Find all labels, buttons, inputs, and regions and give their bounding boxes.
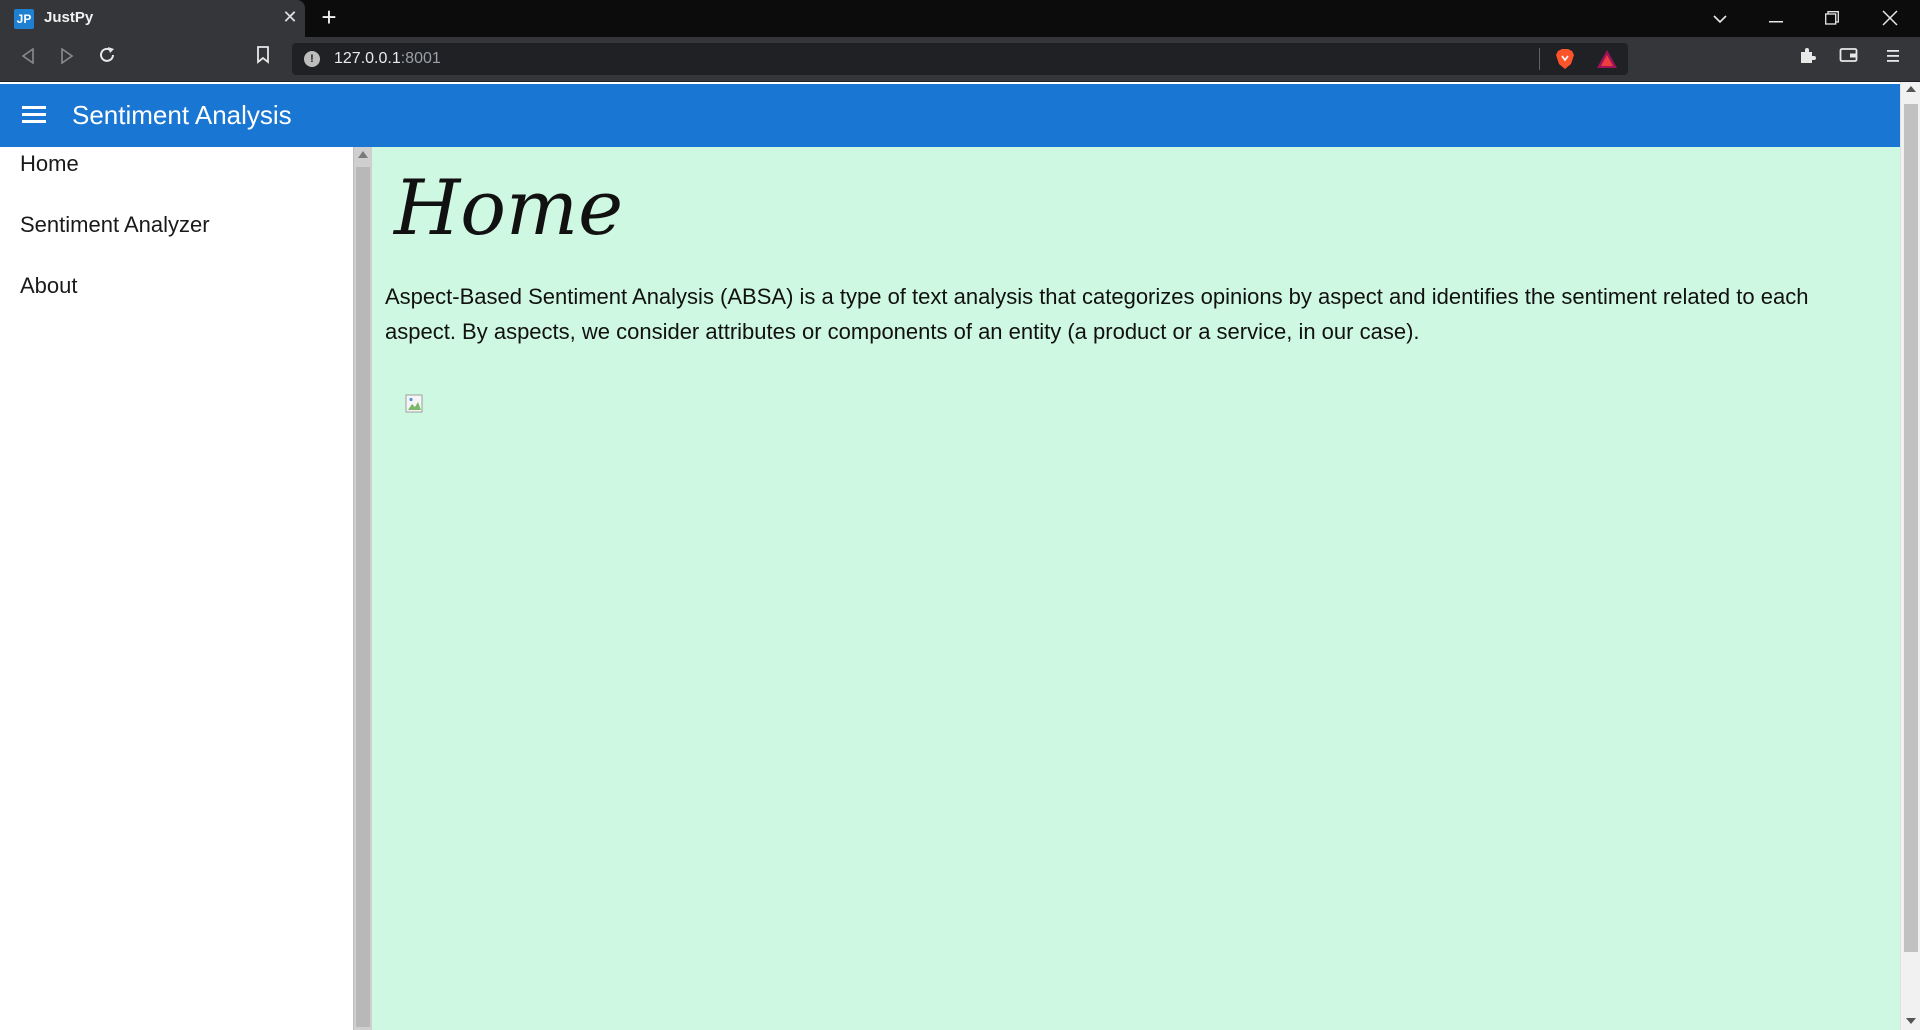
app-header: Sentiment Analysis xyxy=(0,84,1900,147)
brave-shields-icon[interactable] xyxy=(1554,48,1576,70)
hamburger-menu-icon[interactable] xyxy=(22,104,48,126)
url-host: 127.0.0.1 xyxy=(334,50,401,67)
broken-image-icon xyxy=(405,394,425,414)
nav-item-home[interactable]: Home xyxy=(0,147,353,208)
web-page: Sentiment Analysis Home Sentiment Analyz… xyxy=(0,82,1920,1030)
back-icon[interactable] xyxy=(13,44,43,74)
scroll-up-arrow-icon[interactable] xyxy=(358,151,368,158)
brave-rewards-icon[interactable] xyxy=(1595,48,1619,70)
scrollbar-thumb[interactable] xyxy=(356,167,370,1027)
nav-item-sentiment-analyzer[interactable]: Sentiment Analyzer xyxy=(0,208,353,269)
close-window-icon[interactable] xyxy=(1862,0,1918,37)
new-tab-button[interactable]: + xyxy=(316,4,342,31)
tab-strip: JP JustPy ✕ + xyxy=(0,0,1920,37)
tab-favicon: JP xyxy=(14,9,34,29)
forward-icon[interactable] xyxy=(52,44,82,74)
browser-toolbar: ! 127.0.0.1:8001 xyxy=(0,37,1920,81)
app-title: Sentiment Analysis xyxy=(72,100,292,130)
wallet-icon[interactable] xyxy=(1834,44,1864,74)
extensions-icon[interactable] xyxy=(1792,44,1822,74)
site-info-icon[interactable]: ! xyxy=(304,51,320,67)
nav-item-about[interactable]: About xyxy=(0,269,353,330)
main-content: Home Aspect-Based Sentiment Analysis (AB… xyxy=(372,147,1900,1030)
scroll-up-arrow-icon[interactable] xyxy=(1906,86,1916,92)
page-scrollbar-thumb[interactable] xyxy=(1904,104,1918,952)
url-port: :8001 xyxy=(400,50,441,67)
url-text[interactable]: 127.0.0.1:8001 xyxy=(334,50,441,68)
tab-title: JustPy xyxy=(44,9,94,26)
page-heading: Home xyxy=(394,163,624,252)
menu-icon[interactable] xyxy=(1879,44,1909,74)
restore-icon[interactable] xyxy=(1804,0,1860,37)
scroll-down-arrow-icon[interactable] xyxy=(1906,1018,1916,1024)
minimize-icon[interactable] xyxy=(1748,0,1804,37)
url-divider xyxy=(1539,48,1540,70)
tab-close-icon[interactable]: ✕ xyxy=(279,6,301,28)
browser-tab[interactable]: JP JustPy ✕ xyxy=(0,0,305,37)
page-scrollbar[interactable] xyxy=(1900,82,1920,1030)
reload-icon[interactable] xyxy=(92,44,122,74)
drawer-scrollbar[interactable] xyxy=(353,147,372,1030)
nav-drawer: Home Sentiment Analyzer About xyxy=(0,147,353,1030)
tab-search-icon[interactable] xyxy=(1692,0,1748,37)
address-bar[interactable]: ! 127.0.0.1:8001 xyxy=(292,43,1628,75)
intro-paragraph: Aspect-Based Sentiment Analysis (ABSA) i… xyxy=(385,284,1809,344)
bookmark-icon[interactable] xyxy=(248,44,278,74)
